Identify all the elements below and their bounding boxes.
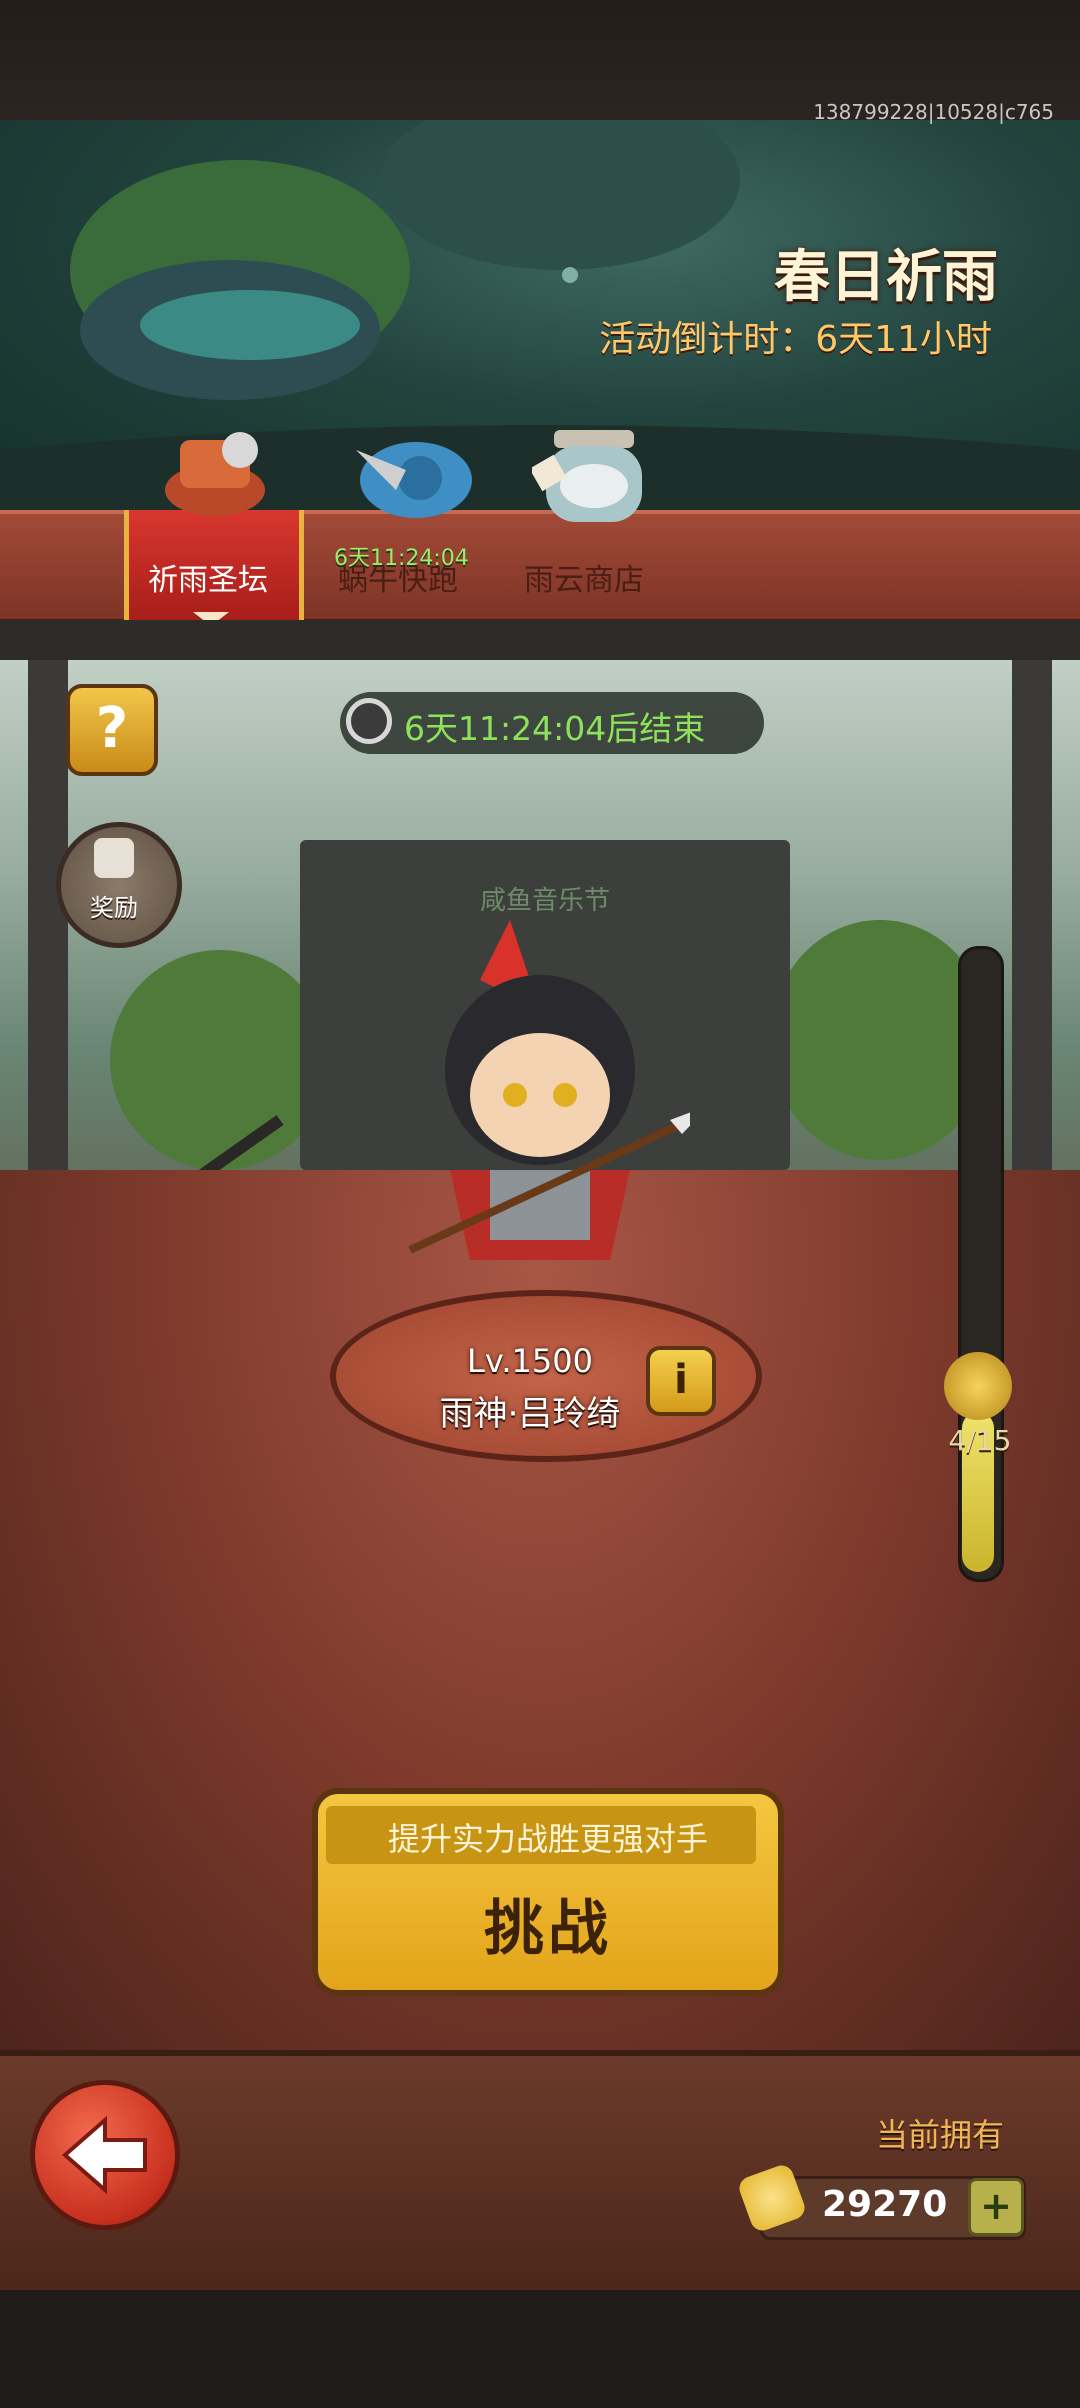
back-arrow-icon [61,2115,147,2195]
stage-timer-text: 6天11:24:04后结束 [404,709,706,748]
progress-text: 4/15 [948,1424,1012,1457]
hero-info-button[interactable]: i [646,1346,716,1416]
hero-level: Lv.1500 [467,1342,593,1380]
clock-icon [346,698,392,744]
currency-label: 当前拥有 [876,2116,1005,2154]
tab-label-rain-cloud-shop[interactable]: 雨云商店 [524,555,644,599]
rain-cloud-jar-icon [529,420,652,525]
event-countdown: 活动倒计时：6天11小时 [599,319,992,360]
hero-character[interactable] [390,920,710,1290]
debug-id-text: 138799228|10528|c765 [813,100,1054,124]
currency-value: 29270 [822,2184,948,2225]
hero-name: 雨神·吕玲绮 [439,1394,621,1434]
altar-tab-icon [160,420,270,520]
tab-label-prayer-altar[interactable]: 祈雨圣坛 [148,555,268,599]
microphone-icon [944,1352,1012,1420]
tab-label-snail-run[interactable]: 蜗牛快跑 [338,555,458,599]
reward-label: 奖励 [90,894,138,922]
event-title: 春日祈雨 [774,245,998,310]
help-button[interactable]: ? [66,684,158,776]
back-button[interactable] [30,2080,180,2230]
reward-chest-icon [94,838,134,878]
bottom-strip [0,2290,1080,2408]
challenge-label[interactable]: 挑战 [312,1880,784,1967]
backdrop-title: 咸鱼音乐节 [479,886,610,916]
challenge-subtitle: 提升实力战胜更强对手 [387,1820,708,1858]
add-currency-button[interactable]: + [968,2178,1024,2236]
snail-tab-icon [336,420,476,520]
